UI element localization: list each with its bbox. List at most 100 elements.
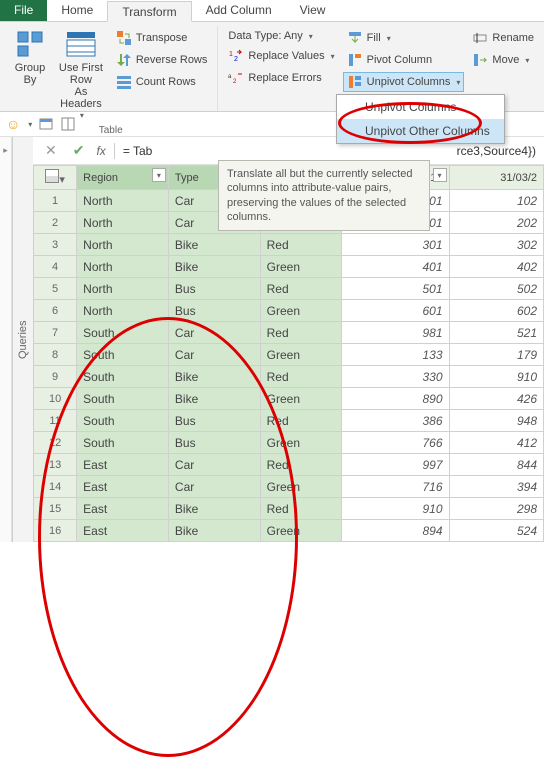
cell-v1[interactable]: 501 (341, 278, 449, 300)
row-number[interactable]: 6 (34, 300, 77, 322)
cell-v2[interactable]: 948 (449, 410, 544, 432)
table-row[interactable]: 4NorthBikeGreen401402 (34, 256, 544, 278)
fill-button[interactable]: Fill▾ (343, 28, 465, 48)
cell-type[interactable]: Car (168, 476, 260, 498)
cell-v1[interactable]: 910 (341, 498, 449, 520)
dropdown-unpivot-other-columns[interactable]: Unpivot Other Columns (337, 119, 504, 143)
row-number[interactable]: 11 (34, 410, 77, 432)
row-number[interactable]: 4 (34, 256, 77, 278)
group-by-button[interactable]: Group By (10, 26, 50, 123)
cell-region[interactable]: South (77, 410, 169, 432)
grid-corner[interactable]: ▾ (34, 166, 77, 190)
qat-icon-2[interactable] (60, 116, 76, 132)
cell-type[interactable]: Bus (168, 278, 260, 300)
expand-handle[interactable]: ▸ (0, 137, 12, 542)
table-row[interactable]: 3NorthBikeRed301302 (34, 234, 544, 256)
table-row[interactable]: 10SouthBikeGreen890426 (34, 388, 544, 410)
cell-c[interactable]: Red (260, 234, 341, 256)
cell-region[interactable]: South (77, 322, 169, 344)
qat-icon-1[interactable] (38, 116, 54, 132)
cell-c[interactable]: Red (260, 322, 341, 344)
cell-v1[interactable]: 601 (341, 300, 449, 322)
cell-v1[interactable]: 997 (341, 454, 449, 476)
cell-c[interactable]: Green (260, 256, 341, 278)
transpose-button[interactable]: Transpose (112, 28, 212, 48)
cell-v1[interactable]: 301 (341, 234, 449, 256)
count-rows-button[interactable]: Count Rows (112, 72, 212, 92)
cell-c[interactable]: Red (260, 498, 341, 520)
cell-v2[interactable]: 602 (449, 300, 544, 322)
cell-c[interactable]: Red (260, 278, 341, 300)
fx-label[interactable]: fx (96, 144, 105, 158)
cell-v1[interactable]: 716 (341, 476, 449, 498)
cell-v2[interactable]: 910 (449, 366, 544, 388)
table-row[interactable]: 5NorthBusRed501502 (34, 278, 544, 300)
cell-region[interactable]: North (77, 190, 169, 212)
cell-v2[interactable]: 524 (449, 520, 544, 542)
cell-v2[interactable]: 202 (449, 212, 544, 234)
cell-c[interactable]: Green (260, 432, 341, 454)
table-row[interactable]: 15EastBikeRed910298 (34, 498, 544, 520)
table-row[interactable]: 8SouthCarGreen133179 (34, 344, 544, 366)
row-number[interactable]: 12 (34, 432, 77, 454)
table-row[interactable]: 12SouthBusGreen766412 (34, 432, 544, 454)
tab-transform[interactable]: Transform (107, 1, 191, 22)
cell-region[interactable]: East (77, 454, 169, 476)
row-number[interactable]: 14 (34, 476, 77, 498)
col-date2[interactable]: 31/03/2 (449, 166, 544, 190)
cell-v1[interactable]: 890 (341, 388, 449, 410)
table-row[interactable]: 9SouthBikeRed330910 (34, 366, 544, 388)
cell-v1[interactable]: 386 (341, 410, 449, 432)
cell-type[interactable]: Bus (168, 300, 260, 322)
row-number[interactable]: 3 (34, 234, 77, 256)
col-region[interactable]: Region▾ (77, 166, 169, 190)
cell-type[interactable]: Car (168, 344, 260, 366)
cell-v1[interactable]: 330 (341, 366, 449, 388)
cell-type[interactable]: Bike (168, 498, 260, 520)
cell-region[interactable]: South (77, 432, 169, 454)
table-row[interactable]: 13EastCarRed997844 (34, 454, 544, 476)
row-number[interactable]: 1 (34, 190, 77, 212)
cell-v1[interactable]: 401 (341, 256, 449, 278)
cell-region[interactable]: East (77, 476, 169, 498)
cell-type[interactable]: Bike (168, 256, 260, 278)
cell-v2[interactable]: 394 (449, 476, 544, 498)
tab-home[interactable]: Home (47, 0, 107, 21)
table-row[interactable]: 11SouthBusRed386948 (34, 410, 544, 432)
unpivot-columns-button[interactable]: Unpivot Columns▾ (343, 72, 465, 92)
cell-region[interactable]: South (77, 344, 169, 366)
cell-type[interactable]: Bike (168, 520, 260, 542)
cell-type[interactable]: Bike (168, 366, 260, 388)
cell-c[interactable]: Green (260, 300, 341, 322)
rename-button[interactable]: Rename (468, 28, 538, 48)
row-number[interactable]: 13 (34, 454, 77, 476)
replace-errors-button[interactable]: a2 Replace Errors (224, 68, 338, 88)
cell-region[interactable]: East (77, 520, 169, 542)
cell-v2[interactable]: 521 (449, 322, 544, 344)
cell-v1[interactable]: 133 (341, 344, 449, 366)
cell-type[interactable]: Car (168, 322, 260, 344)
table-row[interactable]: 7SouthCarRed981521 (34, 322, 544, 344)
row-number[interactable]: 15 (34, 498, 77, 520)
cell-type[interactable]: Bike (168, 234, 260, 256)
row-number[interactable]: 16 (34, 520, 77, 542)
cell-c[interactable]: Green (260, 344, 341, 366)
cell-v2[interactable]: 426 (449, 388, 544, 410)
cell-region[interactable]: East (77, 498, 169, 520)
row-number[interactable]: 2 (34, 212, 77, 234)
cell-region[interactable]: North (77, 300, 169, 322)
queries-pane-tab[interactable]: Queries (12, 137, 33, 542)
data-type-button[interactable]: Data Type: Any▾ (224, 28, 338, 44)
row-number[interactable]: 5 (34, 278, 77, 300)
dropdown-unpivot-columns[interactable]: Unpivot Columns (337, 95, 504, 119)
cell-v1[interactable]: 894 (341, 520, 449, 542)
cell-c[interactable]: Green (260, 476, 341, 498)
formula-accept-icon[interactable]: ✔ (69, 142, 89, 159)
cell-v2[interactable]: 402 (449, 256, 544, 278)
feedback-icon[interactable]: ☺ (6, 116, 20, 132)
cell-type[interactable]: Bus (168, 410, 260, 432)
cell-region[interactable]: North (77, 234, 169, 256)
formula-cancel-icon[interactable]: ✕ (41, 142, 61, 159)
cell-v2[interactable]: 179 (449, 344, 544, 366)
reverse-rows-button[interactable]: Reverse Rows (112, 50, 212, 70)
